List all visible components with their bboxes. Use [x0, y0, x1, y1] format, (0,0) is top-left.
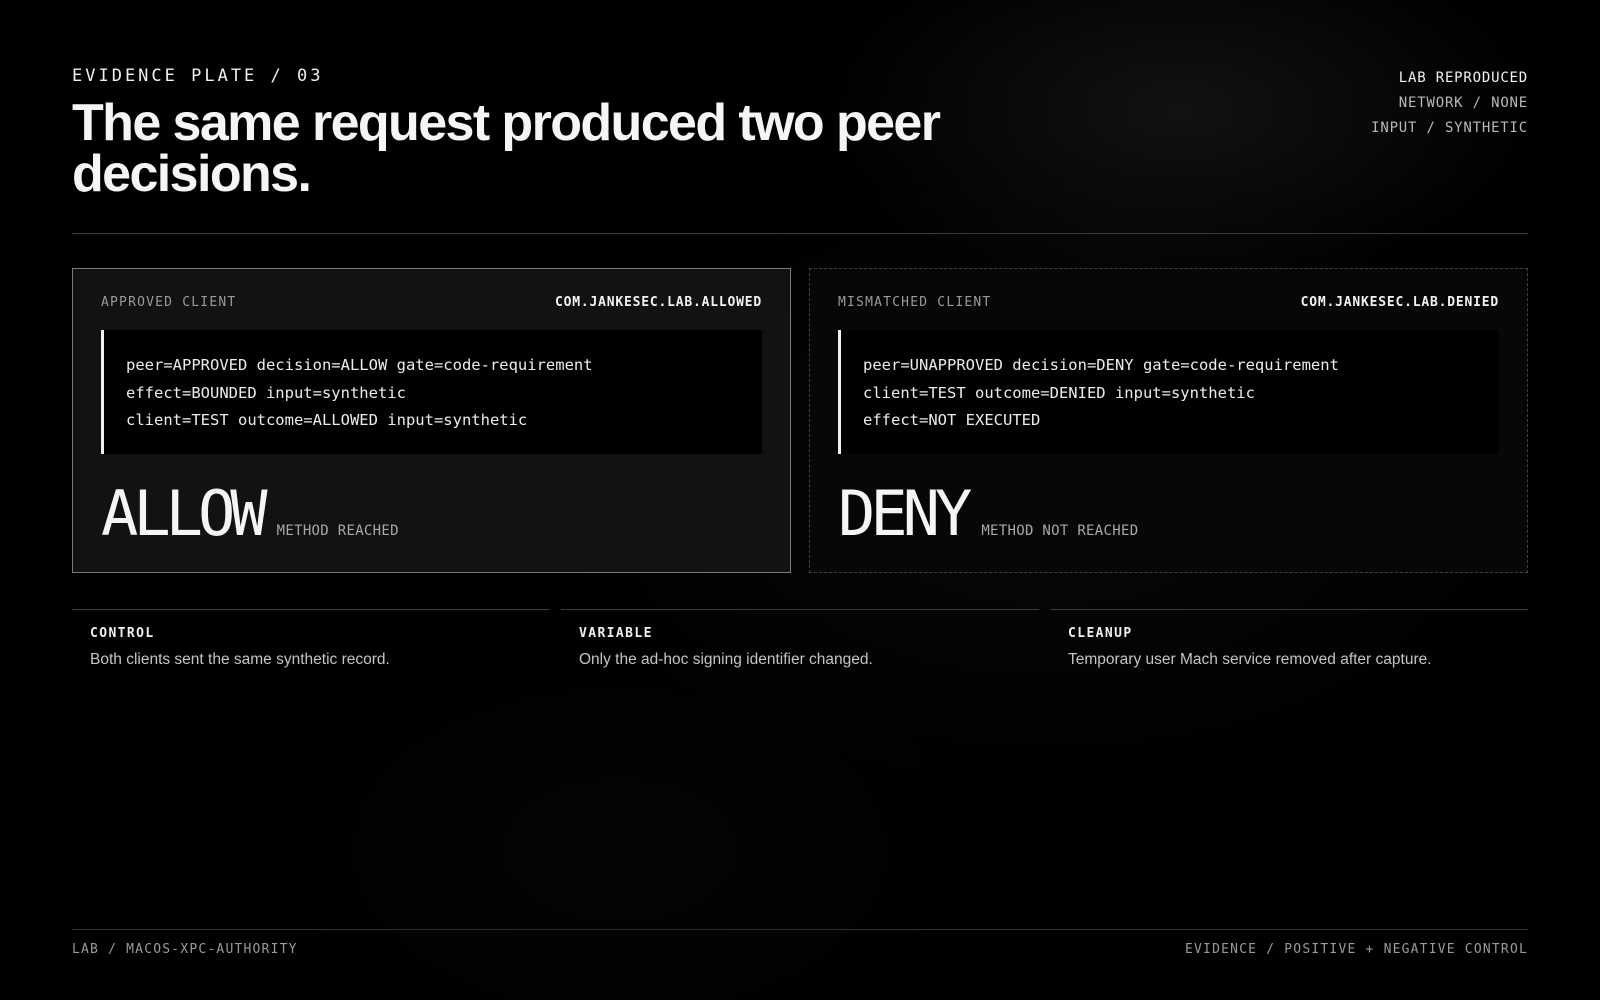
mismatched-client-identifier: COM.JANKESEC.LAB.DENIED — [1300, 294, 1499, 310]
approved-client-identifier: COM.JANKESEC.LAB.ALLOWED — [554, 294, 762, 310]
approved-client-panel: APPROVED CLIENT COM.JANKESEC.LAB.ALLOWED… — [72, 268, 791, 573]
fact-text: Both clients sent the same synthetic rec… — [90, 651, 390, 668]
log-line: peer=APPROVED decision=ALLOW gate=code-r… — [126, 356, 593, 374]
fact-control: CONTROL Both clients sent the same synth… — [72, 609, 550, 689]
lab-meta: LAB REPRODUCED NETWORK / NONE INPUT / SY… — [1371, 66, 1528, 141]
approved-panel-label: APPROVED CLIENT — [101, 294, 237, 310]
footer-right: EVIDENCE / POSITIVE + NEGATIVE CONTROL — [1184, 942, 1528, 957]
log-line: peer=UNAPPROVED decision=DENY gate=code-… — [863, 356, 1339, 374]
fact-label: CONTROL — [90, 626, 155, 641]
footer: LAB / MACOS-XPC-AUTHORITY EVIDENCE / POS… — [72, 942, 1528, 957]
allow-verdict-note: METHOD REACHED — [276, 523, 399, 539]
facts-row: CONTROL Both clients sent the same synth… — [72, 609, 1528, 689]
footer-divider — [72, 929, 1528, 930]
footer-left: LAB / MACOS-XPC-AUTHORITY — [72, 942, 298, 957]
deny-verdict-word: DENY — [838, 477, 972, 550]
approved-panel-header: APPROVED CLIENT COM.JANKESEC.LAB.ALLOWED — [101, 293, 762, 311]
input-meta: INPUT / SYNTHETIC — [1371, 120, 1528, 136]
page-title: The same request produced two peer decis… — [72, 94, 941, 203]
allow-verdict-word: ALLOW — [101, 477, 268, 550]
mismatched-panel-label: MISMATCHED CLIENT — [838, 294, 992, 310]
fact-variable: VARIABLE Only the ad-hoc signing identif… — [561, 609, 1039, 689]
mismatched-client-panel: MISMATCHED CLIENT COM.JANKESEC.LAB.DENIE… — [809, 268, 1528, 573]
log-line: effect=BOUNDED input=synthetic — [126, 383, 406, 402]
fact-text: Temporary user Mach service removed afte… — [1068, 651, 1432, 668]
log-line: effect=NOT EXECUTED — [863, 411, 1041, 429]
approved-log-block: peer=APPROVED decision=ALLOW gate=code-r… — [101, 330, 762, 454]
fact-label: CLEANUP — [1068, 626, 1133, 641]
fact-cleanup: CLEANUP Temporary user Mach service remo… — [1050, 609, 1528, 689]
deny-verdict-note: METHOD NOT REACHED — [981, 523, 1139, 539]
network-meta: NETWORK / NONE — [1398, 95, 1528, 111]
log-line: client=TEST outcome=DENIED input=synthet… — [863, 383, 1255, 402]
fact-text: Only the ad-hoc signing identifier chang… — [579, 651, 873, 668]
header-divider — [72, 233, 1528, 234]
mismatched-panel-header: MISMATCHED CLIENT COM.JANKESEC.LAB.DENIE… — [838, 293, 1499, 311]
log-line: client=TEST outcome=ALLOWED input=synthe… — [126, 411, 528, 429]
approved-verdict: ALLOW METHOD REACHED — [101, 479, 399, 549]
mismatched-verdict: DENY METHOD NOT REACHED — [838, 479, 1138, 549]
fact-label: VARIABLE — [579, 626, 653, 641]
mismatched-log-block: peer=UNAPPROVED decision=DENY gate=code-… — [838, 330, 1499, 454]
plate-kicker: EVIDENCE PLATE / 03 — [72, 66, 324, 86]
lab-status: LAB REPRODUCED — [1398, 70, 1528, 86]
